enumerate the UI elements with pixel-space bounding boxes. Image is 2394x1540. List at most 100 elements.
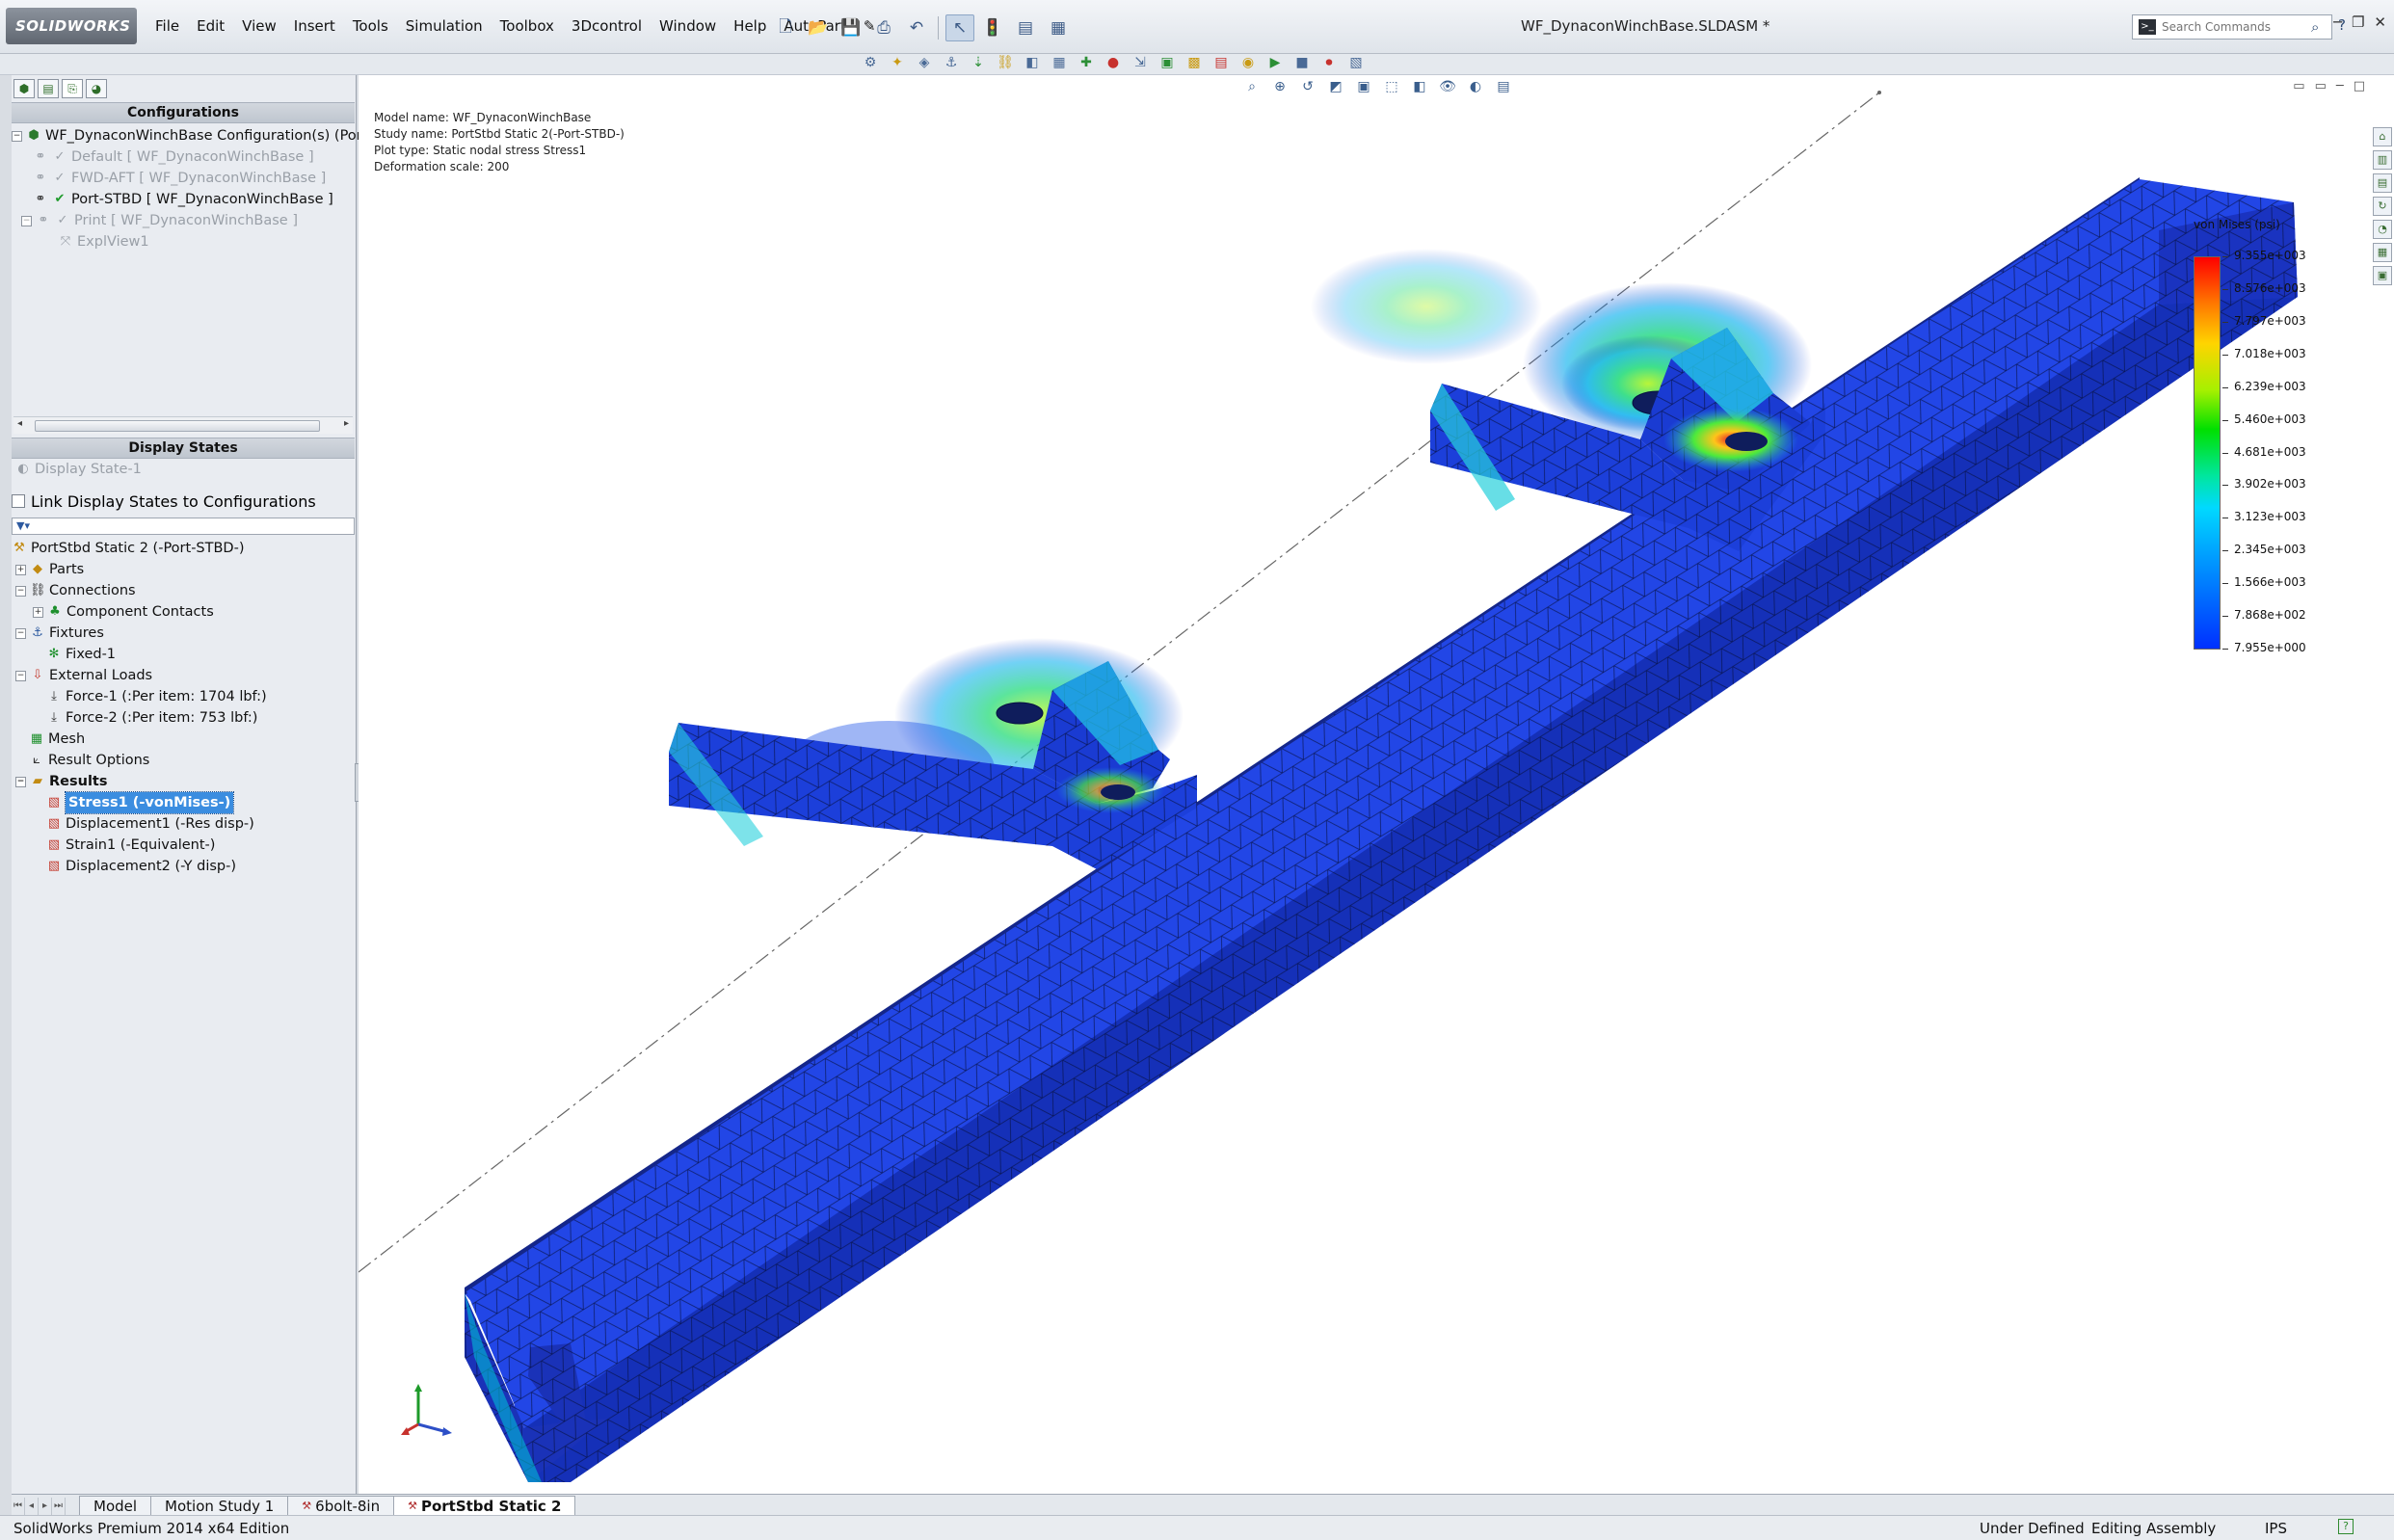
tab-6bolt-8in[interactable]: ⚒ 6bolt-8in [287, 1496, 395, 1515]
scroll-thumb[interactable] [35, 420, 320, 432]
collapse-icon[interactable]: − [21, 215, 32, 226]
config-item-default[interactable]: ⚭ ✓ Default [ WF_DynaconWinchBase ] [33, 146, 314, 168]
config-root[interactable]: − ⬢ WF_DynaconWinchBase Configuration(s)… [12, 125, 373, 146]
view-palette-icon[interactable]: ↻ [2373, 197, 2392, 216]
unit-system-button[interactable]: IPS [2265, 1520, 2287, 1537]
tree-force-2[interactable]: ⤓ Force-2 (:Per item: 753 lbf:) [46, 707, 257, 729]
play-icon[interactable]: ▶ [1264, 52, 1286, 73]
menu-toolbox[interactable]: Toolbox [492, 13, 563, 40]
tree-results[interactable]: − ▰ Results [15, 771, 108, 792]
results-advisor-icon[interactable]: ● [1103, 52, 1124, 73]
tab-portstbd-static-2[interactable]: ⚒ PortStbd Static 2 [393, 1496, 576, 1515]
checkbox-box[interactable] [12, 494, 25, 508]
menu-view[interactable]: View [233, 13, 285, 40]
options-icon[interactable]: ▦ [1044, 14, 1073, 41]
last-tab-icon[interactable]: ⏭ [52, 1498, 66, 1515]
collapse-icon[interactable]: − [15, 627, 26, 639]
apply-scene-icon[interactable]: ▤ [1493, 77, 1514, 96]
viewport-maximize-icon[interactable]: □ [2354, 79, 2365, 93]
configuration-manager-tab-icon[interactable]: ⎘ [62, 79, 83, 98]
shell-manager-icon[interactable]: ◧ [1022, 52, 1043, 73]
restore-icon[interactable]: ❐ [2352, 13, 2364, 31]
file-properties-icon[interactable]: ▤ [1011, 14, 1040, 41]
solidworks-resources-icon[interactable]: ⌂ [2373, 127, 2392, 146]
menu-3dcontrol[interactable]: 3Dcontrol [563, 13, 651, 40]
tree-force-1[interactable]: ⤓ Force-1 (:Per item: 1704 lbf:) [46, 686, 267, 707]
feature-manager-tab-icon[interactable]: ⬢ [13, 79, 35, 98]
solidworks-logo[interactable]: SOLIDWORKS [6, 8, 137, 44]
tree-displacement1[interactable]: ▧ Displacement1 (-Res disp-) [46, 813, 254, 835]
new-document-icon[interactable]: 🗋 [771, 14, 800, 41]
menu-help[interactable]: Help [725, 13, 775, 40]
compare-results-icon[interactable]: ▣ [1157, 52, 1178, 73]
menu-edit[interactable]: Edit [188, 13, 233, 40]
collapse-icon[interactable]: − [15, 776, 26, 787]
select-pointer-icon[interactable]: ↖ [945, 14, 974, 41]
open-folder-icon[interactable]: 📂 [804, 14, 833, 41]
fea-model-view[interactable] [359, 75, 2394, 1494]
zoom-to-area-icon[interactable]: ⊕ [1269, 77, 1290, 96]
viewport-restore-icon[interactable]: ▭ [2293, 79, 2304, 93]
menu-tools[interactable]: Tools [344, 13, 397, 40]
viewport-minimize-icon[interactable]: ─ [2336, 79, 2344, 93]
undo-icon[interactable]: ↶ [902, 14, 931, 41]
traffic-light-icon[interactable]: 🚦 [978, 14, 1007, 41]
tree-component-contacts[interactable]: + ♣ Component Contacts [33, 601, 214, 623]
link-display-states-checkbox[interactable]: Link Display States to Configurations [12, 491, 316, 512]
appearances-icon[interactable]: ◔ [2373, 220, 2392, 239]
run-icon[interactable]: ✚ [1076, 52, 1097, 73]
display-style-icon[interactable]: ◧ [1409, 77, 1430, 96]
fixtures-icon[interactable]: ⚓ [941, 52, 962, 73]
simulation-tab-icon[interactable]: ▣ [2373, 266, 2392, 285]
search-icon[interactable]: ⌕ [2311, 18, 2319, 36]
menu-insert[interactable]: Insert [285, 13, 344, 40]
config-item-print[interactable]: − ⚭ ✓ Print [ WF_DynaconWinchBase ] [21, 210, 298, 231]
config-item-explview1[interactable]: ⤧ ExplView1 [58, 231, 149, 252]
next-tab-icon[interactable]: ▸ [39, 1498, 52, 1515]
minimize-icon[interactable]: ─ [2333, 13, 2342, 31]
tree-parts[interactable]: + ◆ Parts [15, 559, 84, 580]
study-root[interactable]: ⚒ PortStbd Static 2 (-Port-STBD-) [12, 538, 244, 559]
viewport-tile-icon[interactable]: ▭ [2315, 79, 2327, 93]
tree-mesh[interactable]: ▦ Mesh [29, 729, 85, 750]
print-icon[interactable]: ⎙ [869, 14, 898, 41]
scroll-right-icon[interactable]: ▸ [344, 418, 349, 429]
horizontal-scrollbar[interactable]: ◂ ▸ [13, 416, 353, 434]
menu-file[interactable]: File [146, 13, 188, 40]
save-animation-icon[interactable]: ▧ [1345, 52, 1367, 73]
edit-appearance-icon[interactable]: ◐ [1465, 77, 1486, 96]
apply-material-icon[interactable]: ◈ [914, 52, 935, 73]
external-loads-icon[interactable]: ⇣ [968, 52, 989, 73]
new-study-icon[interactable]: ✦ [887, 52, 908, 73]
display-state-item[interactable]: ◐ Display State-1 [15, 459, 142, 480]
tree-stress1[interactable]: ▧ Stress1 (-vonMises-) [46, 791, 235, 814]
menu-window[interactable]: Window [651, 13, 725, 40]
search-commands-box[interactable]: >_ [2132, 14, 2332, 40]
previous-tab-icon[interactable]: ◂ [25, 1498, 39, 1515]
tree-fixtures[interactable]: − ⚓ Fixtures [15, 623, 104, 644]
tab-motion-study-1[interactable]: Motion Study 1 [150, 1496, 289, 1515]
record-icon[interactable]: ⏺ [1318, 52, 1340, 73]
quick-tips-icon[interactable]: ? [2338, 1519, 2354, 1534]
tree-result-options[interactable]: ⟀ Result Options [29, 750, 149, 771]
include-image-icon[interactable]: ◉ [1237, 52, 1259, 73]
collapse-icon[interactable]: − [12, 130, 22, 142]
config-item-fwd-aft[interactable]: ⚭ ✓ FWD-AFT [ WF_DynaconWinchBase ] [33, 168, 327, 189]
tree-external-loads[interactable]: − ⇩ External Loads [15, 665, 152, 686]
deformed-result-icon[interactable]: ⇲ [1130, 52, 1151, 73]
tree-filter[interactable]: ▼▾ [12, 518, 355, 535]
search-input[interactable] [2162, 20, 2297, 34]
collapse-icon[interactable]: − [15, 670, 26, 681]
design-library-icon[interactable]: ▥ [2373, 150, 2392, 170]
plot-tools-icon[interactable]: ▩ [1184, 52, 1205, 73]
zoom-to-fit-icon[interactable]: ⌕ [1241, 77, 1263, 96]
stop-icon[interactable]: ■ [1291, 52, 1313, 73]
collapse-icon[interactable]: − [15, 585, 26, 597]
study-advisor-icon[interactable]: ⚙ [860, 52, 881, 73]
tree-displacement2[interactable]: ▧ Displacement2 (-Y disp-) [46, 856, 236, 877]
menu-simulation[interactable]: Simulation [397, 13, 492, 40]
tree-strain1[interactable]: ▧ Strain1 (-Equivalent-) [46, 835, 216, 856]
section-view-icon[interactable]: ◩ [1325, 77, 1346, 96]
mesh-icon[interactable]: ▦ [1049, 52, 1070, 73]
first-tab-icon[interactable]: ⏮ [12, 1498, 25, 1515]
